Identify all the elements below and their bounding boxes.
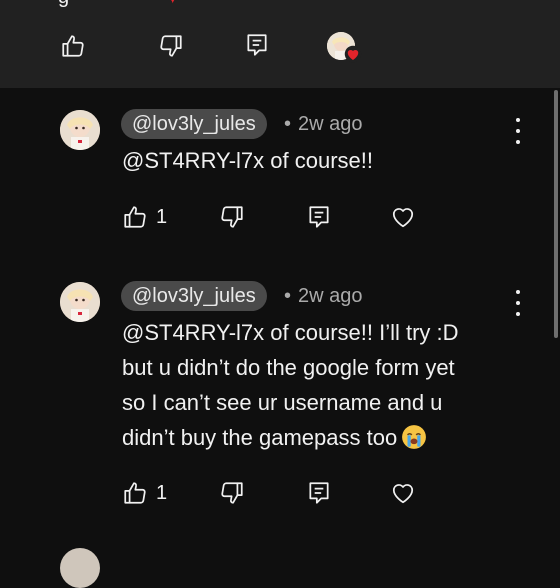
- creator-heart-icon: [344, 45, 362, 63]
- avatar-image: [60, 282, 100, 322]
- loudly-crying-face-icon: [402, 425, 427, 449]
- comment-actions: 1: [0, 199, 560, 235]
- meta-separator: •: [284, 113, 292, 135]
- comment-text-line: but u didn’t do the google form yet: [122, 355, 455, 380]
- previous-comment-actions-panel: g ♥: [0, 0, 560, 88]
- comment-text-line: so I can’t see ur username and u: [122, 390, 443, 415]
- dislike-button[interactable]: [216, 477, 248, 509]
- comment-timestamp[interactable]: 2w ago: [298, 109, 363, 139]
- previous-comment-text-fragment: g ♥: [58, 0, 179, 9]
- comment-text-line: didn’t buy the gamepass too: [122, 420, 532, 455]
- heart-fragment-icon: ♥: [167, 0, 179, 8]
- next-comment-avatar[interactable]: [60, 548, 100, 588]
- avatar-image: [60, 110, 100, 150]
- heart-icon: [392, 208, 414, 228]
- comment-author-handle[interactable]: @lov3ly_jules: [121, 109, 267, 139]
- heart-button[interactable]: [387, 477, 419, 509]
- thumbs-down-icon: [221, 482, 243, 504]
- like-count: 1: [156, 482, 168, 504]
- like-button[interactable]: [57, 30, 89, 62]
- comment-timestamp[interactable]: 2w ago: [298, 281, 363, 311]
- meta-separator: •: [284, 285, 292, 307]
- thumbs-down-icon: [160, 35, 182, 57]
- previous-comment-partial-text: g: [58, 0, 69, 8]
- more-options-button[interactable]: [510, 290, 526, 316]
- dislike-button[interactable]: [155, 30, 187, 62]
- dislike-button[interactable]: [216, 201, 248, 233]
- reply-button[interactable]: [241, 29, 273, 61]
- more-options-button[interactable]: [510, 118, 526, 144]
- avatar[interactable]: [60, 110, 100, 150]
- comment-text-line: @ST4RRY-l7x of course!! I’ll try :D: [122, 320, 459, 345]
- like-count: 1: [156, 206, 168, 228]
- heart-icon: [392, 484, 414, 504]
- thumbs-up-icon: [62, 35, 84, 57]
- heart-button[interactable]: [387, 201, 419, 233]
- reply-button[interactable]: [303, 477, 335, 509]
- like-button[interactable]: [119, 201, 151, 233]
- thumbs-up-icon: [124, 482, 146, 504]
- comment-text: @ST4RRY-l7x of course!!: [122, 148, 373, 173]
- reply-icon: [247, 34, 267, 56]
- comment-author-handle[interactable]: @lov3ly_jules: [121, 281, 267, 311]
- comment-text: @ST4RRY-l7x of course!! I’ll try :D but …: [122, 315, 532, 455]
- more-vert-icon: [516, 290, 520, 294]
- reply-button[interactable]: [303, 201, 335, 233]
- comment-actions: 1: [0, 475, 560, 511]
- avatar[interactable]: [60, 282, 100, 322]
- thumbs-up-icon: [124, 206, 146, 228]
- like-button[interactable]: [119, 477, 151, 509]
- reply-icon: [309, 482, 329, 504]
- more-vert-icon: [516, 118, 520, 122]
- thumbs-down-icon: [221, 206, 243, 228]
- reply-icon: [309, 206, 329, 228]
- comment-text-fragment: didn’t buy the gamepass too: [122, 425, 398, 450]
